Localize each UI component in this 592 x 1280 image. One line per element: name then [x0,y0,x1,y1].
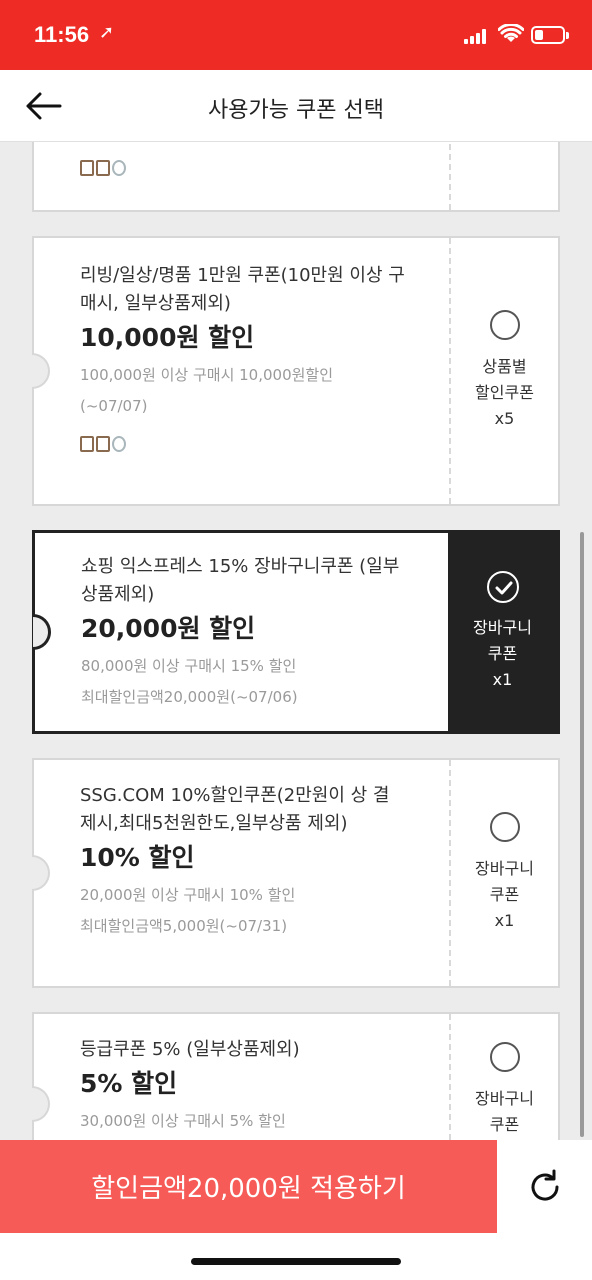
coupon-name: 쇼핑 익스프레스 15% 장바구니쿠폰 (일부상품제외) [81,556,400,605]
coupon-amount: 10,000원 할인 [80,323,255,352]
page-header: 사용가능 쿠폰 선택 [0,70,592,142]
coupon-name: 리빙/일상/명품 1만원 쿠폰(10만원 이상 구매시, 일부상품제외) [80,265,405,314]
coupon-amount: 20,000원 할인 [81,614,256,643]
coupon-condition: 80,000원 이상 구매시 15% 할인 [81,657,297,675]
coupon-list[interactable]: 리빙/일상/명품 1만원 쿠폰(10만원 이상 구매시, 일부상품제외) 10,… [0,142,592,1140]
coupon-conditions: 20,000원 이상 구매시 10% 할인 최대할인금액5,000원(~07/3… [80,880,405,942]
coupon-condition: 100,000원 이상 구매시 10,000원할인 [80,366,334,384]
coupon-conditions: 80,000원 이상 구매시 15% 할인 최대할인금액20,000원(~07/… [81,651,406,713]
coupon-type: 쿠폰 [489,1115,520,1134]
coupon-condition: 20,000원 이상 구매시 10% 할인 [80,886,296,904]
radio-unchecked[interactable] [489,1042,520,1072]
coupon-count: x1 [494,911,515,930]
location-icon: ➚ [99,22,115,43]
coupon-amount: 10% 할인 [80,843,195,872]
coupon-type: 장바구니 [475,1089,534,1108]
coupon-type: 상품별 [482,357,527,376]
coupon-card-selected[interactable]: 쇼핑 익스프레스 15% 장바구니쿠폰 (일부상품제외) 20,000원 할인 … [32,530,560,734]
wifi-icon [498,24,524,42]
radio-unchecked[interactable] [489,812,520,842]
refresh-button[interactable] [497,1140,592,1233]
scrollbar[interactable] [580,532,584,1137]
coupon-type: 장바구니 [473,618,532,637]
status-bar: 11:56 ➚ [0,0,592,70]
coupon-select-area[interactable]: 장바구니 쿠폰 x1 [449,760,558,986]
coupon-card[interactable]: SSG.COM 10%할인쿠폰(2만원이 상 결제시,최대5천원한도,일부상품 … [32,758,560,988]
product-thumbnail [80,160,126,194]
coupon-card[interactable] [32,142,560,212]
coupon-name: SSG.COM 10%할인쿠폰(2만원이 상 결제시,최대5천원한도,일부상품 … [80,785,390,834]
coupon-type: 쿠폰 [487,644,518,663]
apply-discount-button[interactable]: 할인금액20,000원 적용하기 [0,1140,497,1233]
coupon-amount: 5% 할인 [80,1069,178,1098]
coupon-name: 등급쿠폰 5% (일부상품제외) [80,1039,300,1060]
coupon-expiry: 최대할인금액5,000원(~07/31) [80,917,288,935]
coupon-info [34,142,451,210]
signal-icon [464,28,490,44]
coupon-select-area[interactable]: 장바구니 쿠폰 [449,1014,558,1140]
coupon-card[interactable]: 등급쿠폰 5% (일부상품제외) 5% 할인 30,000원 이상 구매시 5%… [32,1012,560,1140]
coupon-expiry: 최대할인금액20,000원(~07/06) [81,688,298,706]
coupon-select-area[interactable]: 장바구니 쿠폰 x1 [448,533,557,731]
product-thumbnail [80,436,126,470]
coupon-info: 리빙/일상/명품 1만원 쿠폰(10만원 이상 구매시, 일부상품제외) 10,… [34,238,451,504]
coupon-info: 등급쿠폰 5% (일부상품제외) 5% 할인 30,000원 이상 구매시 5%… [34,1014,451,1140]
coupon-type: 장바구니 [475,859,534,878]
coupon-info: SSG.COM 10%할인쿠폰(2만원이 상 결제시,최대5천원한도,일부상품 … [34,760,451,986]
check-circle-icon[interactable] [486,571,519,603]
coupon-expiry: (~07/07) [80,397,148,415]
coupon-condition: 30,000원 이상 구매시 5% 할인 [80,1112,286,1130]
coupon-count: x1 [492,670,513,689]
coupon-type: 쿠폰 [489,885,520,904]
coupon-count: x5 [494,409,515,428]
coupon-conditions: 30,000원 이상 구매시 5% 할인 [80,1106,405,1137]
battery-icon [531,26,569,44]
status-time: 11:56 [34,22,90,47]
refresh-icon [531,1169,559,1201]
coupon-select-area[interactable] [449,142,558,210]
coupon-type: 할인쿠폰 [475,383,534,402]
home-bar-area [0,1233,592,1280]
home-indicator[interactable] [191,1258,401,1265]
coupon-info: 쇼핑 익스프레스 15% 장바구니쿠폰 (일부상품제외) 20,000원 할인 … [35,533,452,731]
coupon-conditions: 100,000원 이상 구매시 10,000원할인 (~07/07) [80,360,405,422]
page-title: 사용가능 쿠폰 선택 [208,98,384,123]
radio-unchecked[interactable] [489,310,520,340]
coupon-select-area[interactable]: 상품별 할인쿠폰 x5 [449,238,558,504]
coupon-card[interactable]: 리빙/일상/명품 1만원 쿠폰(10만원 이상 구매시, 일부상품제외) 10,… [32,236,560,506]
